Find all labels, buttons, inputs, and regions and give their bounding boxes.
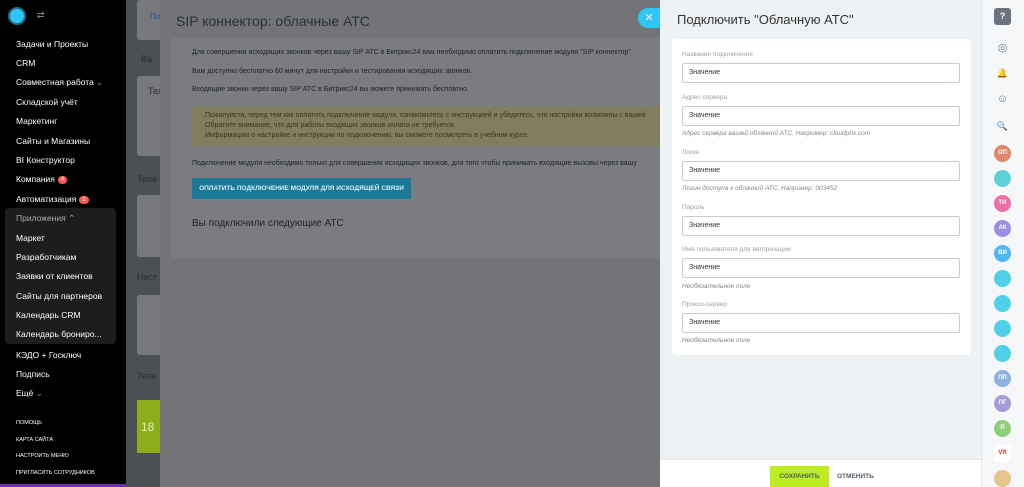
bell-icon[interactable]: 🔔	[994, 65, 1011, 82]
avatar[interactable]: ТИ	[994, 195, 1011, 212]
field-label: Логин	[682, 149, 700, 156]
avatar[interactable]	[994, 170, 1011, 187]
sip-title: SIP коннектор: облачные АТС	[176, 13, 370, 29]
sidebar-item-more[interactable]: Ещё ⌄	[16, 388, 43, 399]
help-link[interactable]: ПОМОЩЬ	[16, 420, 42, 426]
form-card: Название подключения Значение Адрес серв…	[672, 39, 971, 355]
auth-username-input[interactable]: Значение	[682, 258, 960, 278]
sidebar-item-sites[interactable]: Сайты и Магазины	[16, 136, 90, 146]
sidebar-item-company[interactable]: Компания 4	[16, 174, 68, 184]
save-button[interactable]: СОХРАНИТЬ	[770, 466, 829, 487]
close-slider-button[interactable]: ✕	[638, 8, 660, 28]
server-address-input[interactable]: Значение	[682, 106, 960, 126]
configure-menu-link[interactable]: НАСТРОИТЬ МЕНЮ	[16, 453, 69, 459]
field-label: Имя пользователя для авторизации	[682, 246, 791, 253]
sidebar-item-crm[interactable]: CRM	[16, 58, 35, 68]
target-icon[interactable]: ◎	[994, 40, 1011, 57]
field-label: Название подключения	[682, 51, 753, 58]
field-hint: Необязательное поле	[682, 337, 751, 344]
sidebar-item-marketing[interactable]: Маркетинг	[16, 116, 57, 126]
sip-card: Для совершения исходящих звонков через в…	[171, 38, 672, 258]
chevron-down-icon: ⌄	[96, 77, 104, 87]
sidebar-item-partner-sites[interactable]: Сайты для партнеров	[16, 291, 102, 301]
avatar[interactable]	[994, 295, 1011, 312]
field-label: Пароль	[682, 204, 705, 211]
avatar[interactable]: ОП	[994, 145, 1011, 162]
sip-line-1: Для совершения исходящих звонков через в…	[192, 49, 633, 56]
sidebar-item-apps[interactable]: Приложения ⌃	[16, 213, 75, 224]
form-footer: СОХРАНИТЬ ОТМЕНИТЬ	[660, 459, 981, 487]
sidebar-item-warehouse[interactable]: Складской учёт	[16, 97, 78, 107]
connected-pbx-title: Вы подключили следующие АТС	[192, 218, 344, 229]
cancel-button[interactable]: ОТМЕНИТЬ	[837, 466, 874, 487]
avatar[interactable]: П	[994, 420, 1011, 437]
field-hint: Необязательное поле	[682, 283, 751, 290]
avatar[interactable]	[994, 345, 1011, 362]
left-sidebar: ⇄ Задачи и Проекты CRM Совместная работа…	[0, 0, 126, 487]
sidebar-item-tasks[interactable]: Задачи и Проекты	[16, 39, 88, 49]
proxy-server-input[interactable]: Значение	[682, 313, 960, 333]
warning-box: Пожалуйста, перед тем как оплатить подкл…	[192, 106, 672, 146]
invite-link[interactable]: ПРИГЛАСИТЬ СОТРУДНИКОВ	[16, 470, 95, 476]
field-hint: Адрес сервера вашей облачной АТС. Наприм…	[682, 130, 871, 137]
search-icon[interactable]: 🔍	[994, 118, 1011, 135]
avatar[interactable]: VR	[994, 445, 1011, 462]
sidebar-item-bi[interactable]: BI Конструктор	[16, 155, 75, 165]
avatar[interactable]: ВИ	[994, 245, 1011, 262]
login-input[interactable]: Значение	[682, 161, 960, 181]
avatar[interactable]	[994, 270, 1011, 287]
connect-pbx-panel: Подключить "Облачную АТС" Название подкл…	[660, 0, 981, 487]
smile-icon[interactable]: ☺	[994, 91, 1011, 108]
bg-tab: По	[150, 12, 161, 21]
field-label: Адрес сервера	[682, 94, 728, 101]
sidebar-item-market[interactable]: Маркет	[16, 233, 45, 243]
password-input[interactable]: Значение	[682, 216, 960, 236]
sidebar-item-collab[interactable]: Совместная работа ⌄	[16, 77, 103, 88]
chevron-up-icon: ⌃	[68, 213, 76, 223]
sidebar-item-booking-calendar[interactable]: Календарь брониро...	[16, 329, 102, 339]
form-title: Подключить "Облачную АТС"	[677, 12, 854, 27]
sip-line-2: Вам доступно бесплатно 60 минут для наст…	[192, 68, 473, 75]
sip-line-3: Входящие звонки через вашу SIP АТС в Бит…	[192, 86, 469, 93]
sidebar-item-automation[interactable]: Автоматизация 1	[16, 194, 89, 204]
sidebar-item-crm-calendar[interactable]: Календарь CRM	[16, 310, 81, 320]
avatar[interactable]: ПГ	[994, 395, 1011, 412]
sidebar-item-sign[interactable]: Подпись	[16, 369, 50, 379]
help-icon[interactable]: ?	[994, 8, 1011, 25]
sidebar-item-requests[interactable]: Заявки от клиентов	[16, 271, 93, 281]
logo-icon[interactable]	[8, 7, 26, 25]
connection-name-input[interactable]: Значение	[682, 63, 960, 83]
field-hint: Логин доступа к облачной АТС. Например: …	[682, 185, 838, 192]
sip-note: Подключение модуля необходимо только для…	[192, 160, 637, 167]
collapse-menu-icon[interactable]: ⇄	[37, 10, 45, 21]
sidebar-item-kedo[interactable]: КЭДО + Госключ	[16, 350, 81, 360]
counter-badge: 4	[57, 175, 68, 184]
right-toolbar: ? ◎ 🔔 ☺ 🔍 ОП ТИ АК ВИ ПП ПГ П VR	[981, 0, 1024, 487]
chevron-down-icon: ⌄	[35, 388, 43, 398]
sitemap-link[interactable]: КАРТА САЙТА	[16, 437, 53, 443]
avatar[interactable]: АК	[994, 220, 1011, 237]
counter-badge: 1	[79, 195, 89, 204]
pay-connection-button[interactable]: ОПЛАТИТЬ ПОДКЛЮЧЕНИЕ МОДУЛЯ ДЛЯ ИСХОДЯЩЕ…	[192, 178, 411, 199]
field-label: Прокси-сервер	[682, 301, 727, 308]
sidebar-item-developers[interactable]: Разработчикам	[16, 252, 76, 262]
sip-connector-panel: SIP коннектор: облачные АТС Для совершен…	[160, 0, 672, 487]
avatar[interactable]	[994, 470, 1011, 487]
avatar[interactable]	[994, 320, 1011, 337]
avatar[interactable]: ПП	[994, 370, 1011, 387]
